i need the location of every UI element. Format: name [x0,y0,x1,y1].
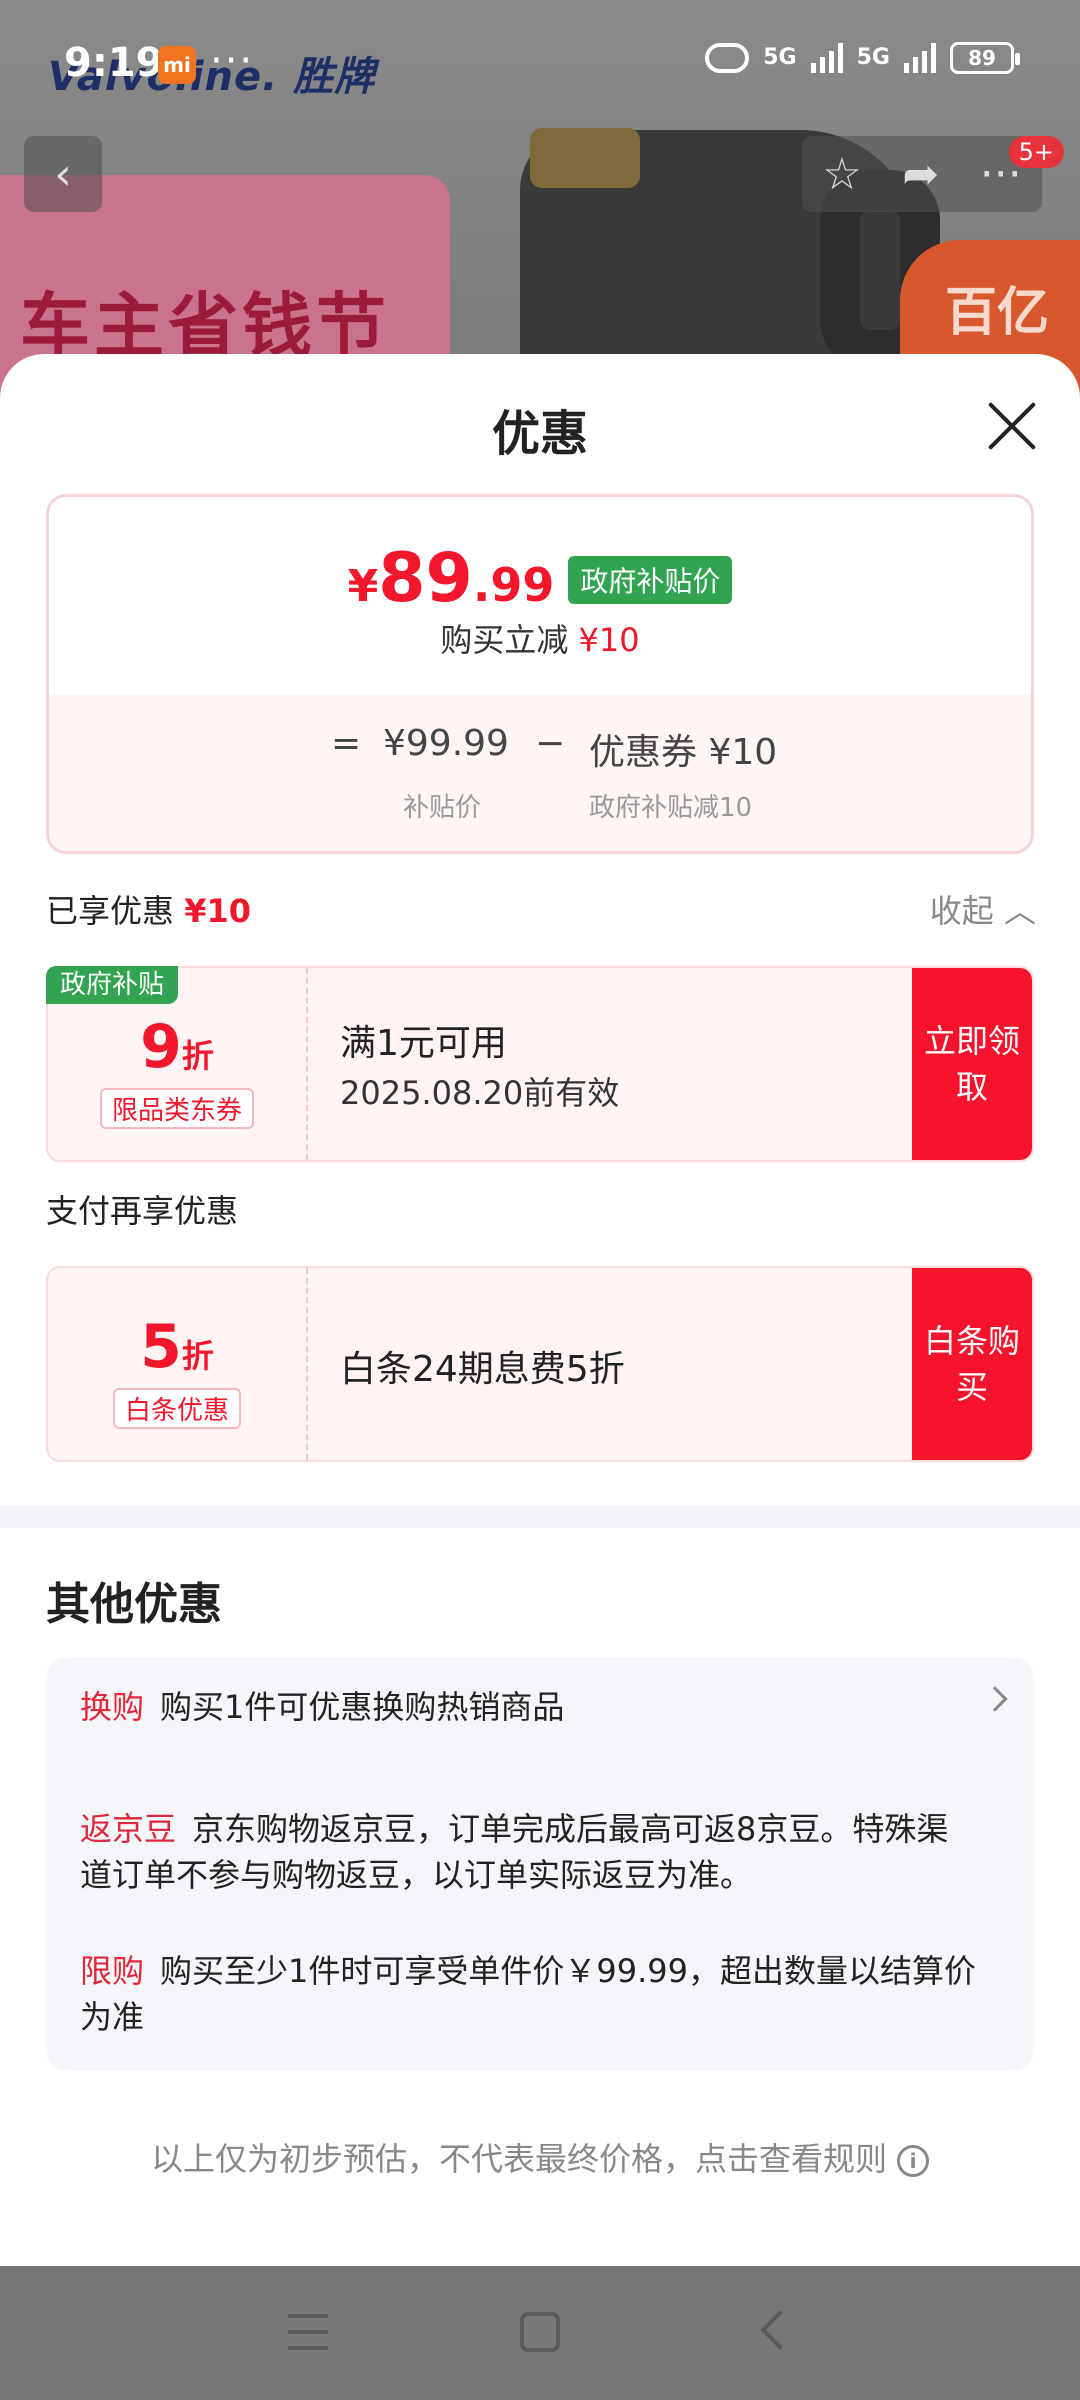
rules-footer[interactable]: 以上仅为初步预估，不代表最终价格，点击查看规则 i [0,2134,1080,2180]
back-icon[interactable] [760,2310,800,2350]
price-breakdown: = ¥99.99 − 优惠券 ¥10 补贴价 政府补贴减10 [49,695,1031,851]
base-price-label: 补贴价 [403,793,482,823]
jingdou-tag: 返京豆 [80,1810,177,1848]
back-button[interactable]: ‹ [24,136,102,212]
mi-app-icon: mi [158,46,196,84]
minus-sign: − [535,723,566,764]
message-badge: 5+ [1008,136,1064,168]
status-bar: 9:19 mi ··· 5G 5G 89 [0,0,1080,120]
close-icon[interactable] [984,398,1040,454]
final-price: ¥ 89 .99 政府补贴价 [49,539,1031,618]
exchange-text: 购买1件可优惠换购热销商品 [160,1688,565,1726]
other-discounts-title: 其他优惠 [46,1579,222,1630]
star-icon[interactable]: ☆ [822,149,861,200]
coupon-label: 政府补贴减10 [589,793,753,823]
coupon-value: 优惠券 ¥10 [589,732,778,773]
price-subtitle-prefix: 购买立减 [440,621,569,659]
chevron-left-icon: ‹ [54,148,72,200]
info-icon: i [897,2145,929,2177]
coupon-description: 白条24期息费5折 [340,1349,625,1390]
status-time: 9:19 [64,40,164,86]
discount-sheet: 优惠 ¥ 89 .99 政府补贴价 购买立减 ¥10 = ¥99.99 − 优惠… [0,354,1080,2266]
coupon-kind: 白条优惠 [112,1388,242,1429]
more-notifications-icon: ··· [210,38,255,84]
link-icon [705,43,750,73]
coupon-condition: 满1元可用 [340,1023,507,1064]
gov-coupon-card: 9折 限品类东券 满1元可用 2025.08.20前有效 立即领取 [46,966,1034,1162]
limit-text: 购买至少1件时可享受单件价￥99.99，超出数量以结算价为准 [80,1952,976,2036]
exchange-tag: 换购 [80,1688,145,1726]
rules-footer-text: 以上仅为初步预估，不代表最终价格，点击查看规则 [150,2140,887,2178]
coupon-divider [306,968,308,1160]
jingdou-text: 京东购物返京豆，订单完成后最高可返8京豆。特殊渠道订单不参与购物返豆，以订单实际… [80,1810,949,1894]
equals-sign: = [331,723,362,764]
recents-icon[interactable] [288,2314,328,2350]
coupon-divider [306,1268,308,1460]
coupon-expiry: 2025.08.20前有效 [340,1074,620,1112]
limit-item: 限购 购买至少1件时可享受单件价￥99.99，超出数量以结算价为准 [80,1948,980,2040]
price-subtitle: 购买立减 ¥10 [49,615,1031,661]
other-discounts-box: 换购 购买1件可优惠换购热销商品 返京豆 京东购物返京豆，订单完成后最高可返8京豆。… [46,1658,1034,2070]
section-divider [0,1506,1080,1528]
chevron-up-icon: ︿ [1003,892,1036,930]
sheet-title: 优惠 [491,406,588,462]
jingdou-item: 返京豆 京东购物返京豆，订单完成后最高可返8京豆。特殊渠道订单不参与购物返豆，以订… [80,1806,980,1898]
price-integer: 89 [378,539,473,618]
base-price: ¥99.99 [383,723,509,764]
signal-bars-icon [810,43,843,73]
signal-label-2: 5G [856,45,890,70]
price-card: ¥ 89 .99 政府补贴价 购买立减 ¥10 = ¥99.99 − 优惠券 ¥… [46,494,1034,854]
coupon-kind: 限品类东券 [99,1088,255,1129]
gov-subsidy-flag: 政府补贴 [46,966,178,1004]
gov-price-tag: 政府补贴价 [568,556,733,604]
baitiao-buy-button[interactable]: 白条购买 [912,1268,1032,1460]
price-currency: ¥ [347,561,379,612]
system-nav-bar [0,2266,1080,2400]
share-icon[interactable]: ➦ [902,149,939,200]
enjoyed-label: 已享优惠 [46,892,175,930]
claim-coupon-button[interactable]: 立即领取 [912,968,1032,1160]
limit-tag: 限购 [80,1952,145,1990]
price-subtitle-amount: ¥10 [578,621,640,659]
enjoyed-discount: 已享优惠 ¥10 [46,886,251,932]
chevron-right-icon[interactable] [982,1686,1008,1712]
signal-label-1: 5G [763,45,797,70]
price-decimal: .99 [472,558,555,612]
exchange-item[interactable]: 换购 购买1件可优惠换购热销商品 [80,1684,980,1730]
enjoyed-amount: ¥10 [184,892,251,930]
baitiao-coupon-card: 5折 白条优惠 白条24期息费5折 白条购买 [46,1266,1034,1462]
battery-icon: 89 [950,42,1020,74]
product-cap [530,128,640,188]
signal-bars-icon-2 [904,43,936,73]
home-icon[interactable] [520,2312,560,2352]
top-actions: ☆ ➦ ··· [802,136,1042,212]
collapse-label: 收起 [929,892,994,930]
pay-section-title: 支付再享优惠 [46,1192,239,1230]
collapse-button[interactable]: 收起 ︿ [930,886,1036,932]
